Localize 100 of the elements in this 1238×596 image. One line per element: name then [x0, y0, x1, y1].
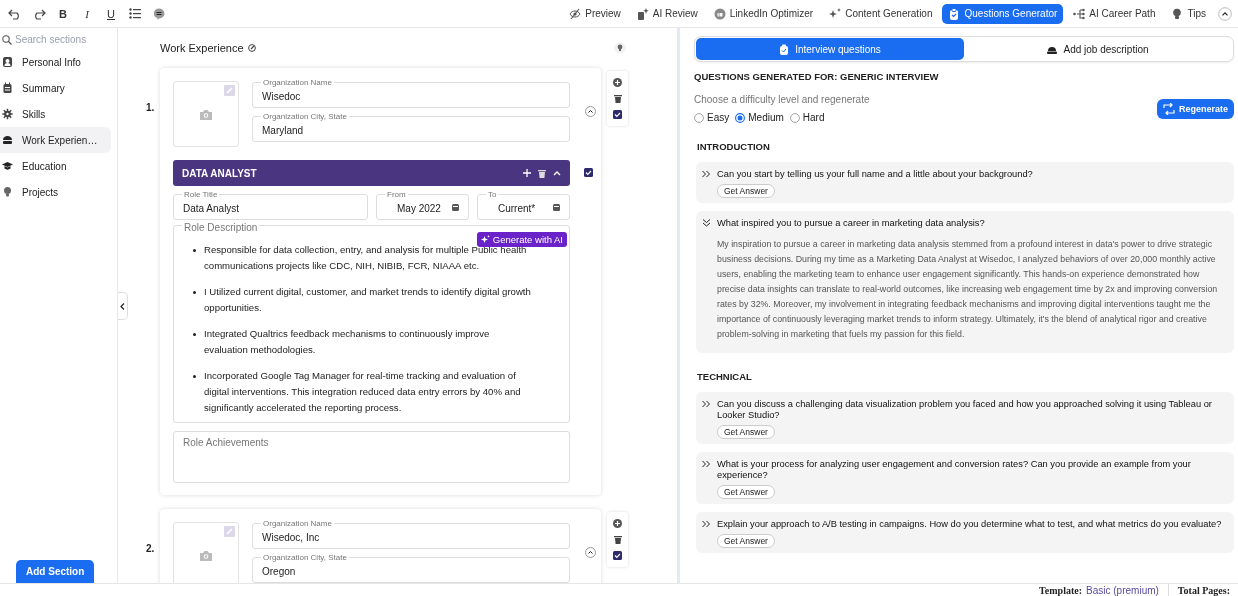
eye-slash-icon — [569, 7, 582, 20]
checked-checkbox-icon[interactable] — [613, 551, 622, 561]
chevron-up-icon[interactable] — [585, 547, 596, 558]
sidebar-item[interactable]: Skills — [0, 101, 111, 127]
collapse-sidebar-button[interactable] — [118, 292, 128, 320]
search-icon — [2, 34, 12, 45]
double-chevron-right-icon[interactable] — [702, 400, 711, 408]
sidebar-item[interactable]: Projects — [0, 179, 111, 205]
panel-tab[interactable]: Add job description — [964, 38, 1232, 60]
nav-tab[interactable]: Tips — [1165, 3, 1212, 24]
chevron-up-icon[interactable] — [585, 106, 596, 117]
bold-button[interactable]: B — [54, 4, 72, 23]
double-chevron-right-icon[interactable] — [702, 520, 711, 528]
question-text: Can you discuss a challenging data visualization problem you faced and how you approached solving it using Tableau or Looker Studio? — [717, 399, 1213, 421]
bullet-text: Incorporated Google Tag Manager for real-time tracking and evaluation of digital interventions. This integration reduced data entry errors by 40% and significantly accelerated the reporting process. — [204, 369, 522, 415]
italic-button[interactable]: I — [78, 4, 96, 23]
nav-tab[interactable]: LinkedIn Optimizer — [707, 3, 820, 24]
section-heading: TECHNICAL — [697, 371, 753, 382]
entry-number: 2. — [146, 543, 155, 554]
get-answer-button[interactable]: Get Answer — [717, 485, 775, 499]
field-label: Organization Name — [261, 78, 334, 88]
nav-tab[interactable]: Preview — [563, 3, 627, 24]
undo-icon — [8, 7, 22, 20]
question-text: Explain your approach to A/B testing in campaigns. How do you determine what to test, and what metrics do you evaluate? — [717, 519, 1223, 530]
question-card[interactable]: Explain your approach to A/B testing in campaigns. How do you determine what to test, and what metrics do you evaluate? Get Answer — [696, 512, 1234, 553]
question-card[interactable]: Can you start by telling us your full name and a little about your background? Get Answer — [696, 162, 1234, 203]
refresh-icon — [1162, 102, 1175, 115]
add-section-button[interactable]: Add Section — [16, 560, 95, 583]
double-chevron-right-icon[interactable] — [702, 460, 711, 468]
chevron-down-icon[interactable] — [702, 219, 711, 227]
calendar-icon — [452, 203, 459, 211]
double-chevron-right-icon[interactable] — [702, 170, 711, 178]
get-answer-button[interactable]: Get Answer — [717, 534, 775, 548]
section-heading: INTRODUCTION — [697, 141, 771, 152]
camera-icon — [199, 108, 213, 120]
clipboard-icon — [779, 43, 790, 55]
list-icon — [129, 8, 141, 19]
lightbulb-icon — [1171, 7, 1184, 20]
get-answer-button[interactable]: Get Answer — [717, 425, 775, 439]
branching-icon — [1073, 7, 1086, 20]
collapse-button[interactable] — [1218, 6, 1232, 21]
edit-icon[interactable] — [247, 44, 256, 52]
regenerate-button[interactable]: Regenerate — [1156, 98, 1234, 119]
difficulty-hint: Choose a difficulty level and regenerate — [694, 94, 870, 105]
bullet-icon — [193, 333, 196, 336]
field-label: Role Description — [182, 223, 260, 233]
trash-icon[interactable] — [613, 94, 622, 103]
in-circle-icon — [713, 7, 726, 20]
checked-checkbox-icon[interactable] — [613, 110, 622, 120]
question-card[interactable] — [696, 211, 1234, 353]
chevron-up-icon — [1218, 6, 1232, 21]
lightbulb-icon[interactable] — [614, 42, 626, 54]
graduation-cap-icon — [2, 160, 13, 172]
role-description-field[interactable] — [173, 225, 570, 423]
add-circle-icon[interactable] — [613, 518, 622, 528]
nav-tab[interactable]: Questions Generator — [942, 3, 1064, 24]
question-card[interactable]: What is your process for analyzing user engagement and conversion rates? Can you provide an example from your experience? Get Answer — [696, 452, 1234, 504]
difficulty-radio[interactable]: Medium — [735, 112, 784, 123]
nav-tab[interactable]: AI Career Path — [1067, 3, 1162, 24]
calendar-icon — [553, 203, 560, 211]
checked-checkbox-icon[interactable] — [584, 168, 593, 177]
underline-button[interactable]: U — [102, 4, 120, 23]
field-label: Organization City, State — [261, 553, 349, 563]
notepad-icon — [2, 82, 13, 94]
role-heading: DATA ANALYST — [182, 167, 258, 179]
question-text: What inspired you to pursue a career in marketing data analysis? — [717, 218, 986, 229]
sparkles-icon — [480, 235, 490, 244]
sidebar-item[interactable]: Work Experien… — [0, 127, 111, 153]
field-label: Organization Name — [261, 519, 334, 529]
template-link[interactable]: Basic (premium) — [1086, 584, 1159, 596]
question-text: What is your process for analyzing user engagement and conversion rates? Can you provide an example from your experience? — [717, 459, 1192, 481]
role-achievements-field[interactable]: Role Achievements — [173, 431, 570, 483]
plus-icon[interactable] — [523, 169, 531, 177]
question-text: Can you start by telling us your full name and a little about your background? — [717, 169, 1034, 180]
section-title: Work Experience — [160, 42, 244, 54]
lightbulb-icon — [2, 186, 13, 198]
trash-icon[interactable] — [538, 168, 546, 178]
total-pages-label: Total Pages: — [1177, 584, 1230, 596]
bullet-icon — [193, 291, 196, 294]
bullet-icon — [193, 375, 196, 378]
difficulty-radio[interactable]: Easy — [694, 112, 730, 123]
get-answer-button[interactable]: Get Answer — [717, 184, 775, 198]
sidebar-item[interactable]: Summary — [0, 75, 111, 101]
nav-tab[interactable]: AI Review — [630, 3, 704, 24]
bullet-text: Integrated Qualtrics feedback mechanisms to continuously improve evaluation methodologies. — [204, 327, 491, 357]
question-card[interactable]: Can you discuss a challenging data visualization problem you faced and how you approached solving it using Tableau or Looker Studio? Get Answer — [696, 392, 1234, 444]
questions-heading: QUESTIONS GENERATED FOR: GENERIC INTERVIEW — [694, 71, 940, 82]
nav-tab[interactable]: Content Generation — [823, 3, 939, 24]
chevron-left-icon — [120, 302, 125, 310]
panel-tab[interactable]: Interview questions — [696, 38, 964, 60]
bullet-text: I Utilized current digital, customer, and market trends to identify digital growth opportunities. — [204, 285, 532, 315]
difficulty-radio[interactable]: Hard — [789, 112, 825, 123]
generate-with-ai-button[interactable]: Generate with AI — [476, 232, 567, 247]
sidebar-item[interactable]: Education — [0, 153, 111, 179]
id-badge-icon — [2, 56, 13, 68]
trash-icon[interactable] — [613, 535, 622, 544]
sidebar-item[interactable]: Personal Info — [0, 49, 111, 75]
entry-number: 1. — [146, 102, 155, 113]
field-label: Role Title — [182, 190, 220, 200]
add-circle-icon[interactable] — [613, 77, 622, 87]
